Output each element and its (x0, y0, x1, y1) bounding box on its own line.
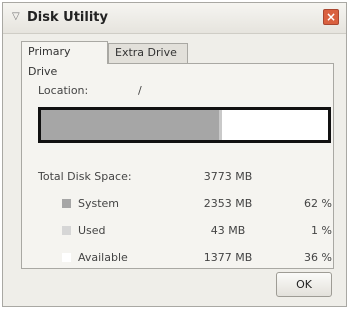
used-color-swatch (62, 226, 71, 235)
legend-size-system: 2353 MB (203, 197, 253, 210)
system-color-swatch (62, 199, 71, 208)
window-title: Disk Utility (27, 10, 108, 25)
legend-size-used: 43 MB (210, 224, 246, 237)
legend-label-used: Used (78, 224, 106, 237)
legend-label-system: System (78, 197, 120, 210)
legend-row-system: System 2353 MB 62 % (38, 197, 332, 211)
total-disk-space-label: Total Disk Space: (38, 170, 132, 183)
legend-percent-used: 1 % (311, 224, 332, 237)
legend-label-available: Available (78, 251, 128, 264)
legend-row-used: Used 43 MB 1 % (38, 224, 332, 238)
usage-bar-used-segment (218, 110, 222, 140)
total-disk-space-row: Total Disk Space: 3773 MB (38, 170, 323, 184)
close-button[interactable]: × (323, 9, 339, 25)
legend-percent-available: 36 % (304, 251, 332, 264)
close-icon: × (325, 10, 337, 24)
ok-button[interactable]: OK (276, 272, 332, 297)
location-label: Location: (38, 84, 89, 97)
title-bar[interactable]: ▽ Disk Utility × (3, 3, 346, 34)
disk-usage-bar (38, 107, 331, 143)
legend-row-available: Available 1377 MB 36 % (38, 251, 332, 265)
dialog-button-bar: OK (3, 268, 346, 306)
usage-bar-system-segment (41, 110, 219, 140)
location-value: / (138, 84, 142, 97)
legend-size-available: 1377 MB (203, 251, 253, 264)
total-disk-space-value: 3773 MB (203, 170, 253, 183)
available-color-swatch (62, 253, 71, 262)
tab-primary-drive[interactable]: Primary Drive (21, 41, 108, 78)
disk-utility-window: ▽ Disk Utility × Primary Drive Extra Dri… (2, 2, 347, 307)
drive-panel: Location: / Total Disk Space: 3773 MB Sy… (21, 63, 334, 269)
window-menu-icon[interactable]: ▽ (12, 12, 22, 22)
tab-extra-drive[interactable]: Extra Drive (108, 43, 188, 63)
legend-percent-system: 62 % (304, 197, 332, 210)
